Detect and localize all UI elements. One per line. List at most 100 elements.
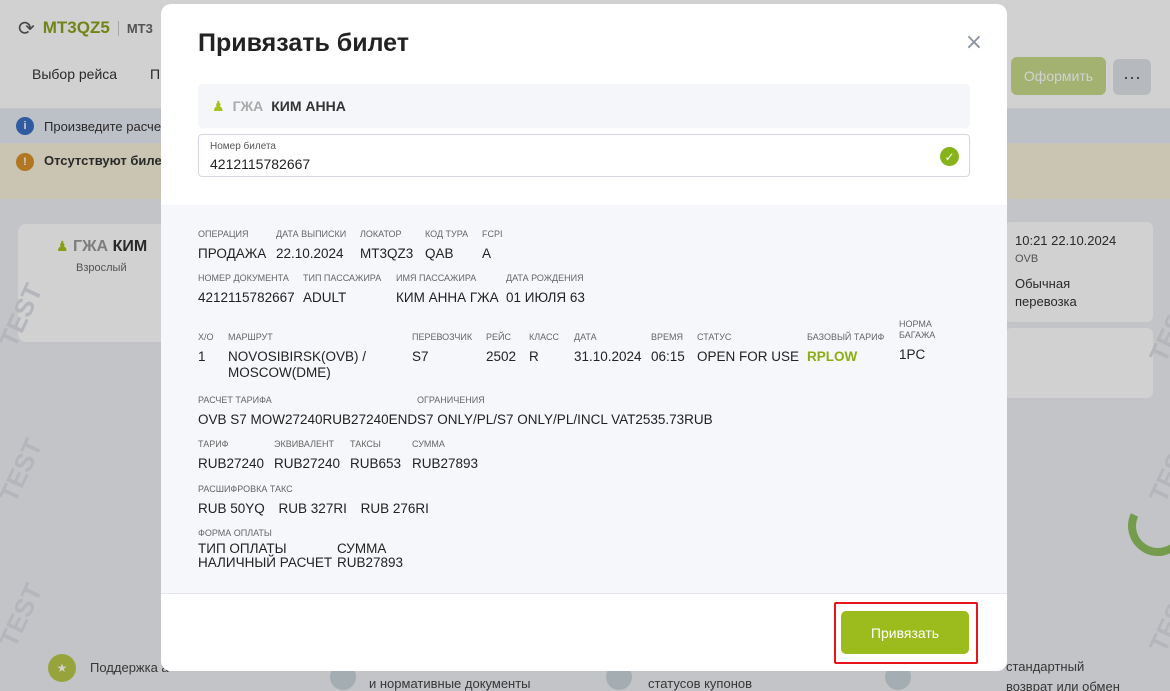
field-label: Маршрут — [228, 332, 273, 342]
field-class: Класс R — [529, 332, 559, 365]
field-equivalent: Эквивалент RUB27240 — [274, 439, 340, 472]
field-time: Время 06:15 — [651, 332, 685, 365]
field-label: Таксы — [350, 439, 381, 449]
ticket-number-label: Номер билета — [210, 141, 276, 152]
field-label: Дата выписки — [276, 229, 347, 239]
field-value: 2502 — [486, 349, 517, 364]
field-label: Рейс — [486, 332, 511, 342]
field-date: Дата 31.10.2024 — [574, 332, 642, 365]
ticket-details-panel: Операция ПРОДАЖА Дата выписки 22.10.2024… — [161, 205, 1007, 593]
field-value: 1 — [198, 349, 206, 364]
field-flight: Рейс 2502 — [486, 332, 516, 365]
field-value: S7 — [412, 349, 429, 364]
field-label: Локатор — [360, 229, 402, 239]
field-value: RUB653 — [350, 456, 402, 471]
close-icon[interactable]: × — [962, 30, 986, 55]
field-pax-name: Имя пассажира КИМ АННА ГЖА — [396, 273, 499, 306]
field-value: RPLOW — [807, 349, 858, 364]
field-fcpi: FCPI A — [482, 229, 503, 262]
field-operation: Операция ПРОДАЖА — [198, 229, 266, 262]
check-icon: ✓ — [940, 147, 959, 166]
field-label: Тип пассажира — [303, 273, 382, 283]
field-base-fare: Базовый тариф RPLOW — [807, 332, 884, 365]
field-value: 4212115782667 — [198, 290, 295, 305]
field-value: RUB27893 — [412, 456, 479, 471]
field-pax-type: Тип пассажира ADULT — [303, 273, 381, 306]
field-label: Расшифровка такс — [198, 484, 293, 494]
field-label: Код тура — [425, 229, 469, 239]
field-label: Эквивалент — [274, 439, 334, 449]
field-label: Х/О — [198, 332, 214, 342]
field-taxes: Таксы RUB653 — [350, 439, 401, 472]
field-label: Расчет тарифа — [198, 395, 272, 405]
attach-button-highlight — [834, 602, 978, 664]
field-value: OPEN FOR USE — [697, 349, 800, 364]
field-value: КИМ АННА ГЖА — [396, 290, 499, 305]
field-tour-code: Код тура QAB — [425, 229, 468, 262]
field-fare: Тариф RUB27240 — [198, 439, 264, 472]
modal-footer-divider — [161, 593, 1007, 594]
field-label: Время — [651, 332, 684, 342]
tax-item: RUB 276RI — [360, 501, 429, 516]
field-restrictions: Ограничения S7 ONLY/PL/S7 ONLY/PL/INCL V… — [417, 395, 713, 428]
field-label: Дата рождения — [506, 273, 584, 283]
field-issue-date: Дата выписки 22.10.2024 — [276, 229, 346, 262]
passenger-title: ГЖА — [232, 98, 264, 114]
field-birth-date: Дата рождения 01 ИЮЛЯ 63 — [506, 273, 585, 306]
field-carrier: Перевозчик S7 — [412, 332, 472, 365]
tax-item: RUB 50YQ — [198, 501, 265, 516]
field-label: Статус — [697, 332, 732, 342]
field-label: Имя пассажира — [396, 273, 477, 283]
field-locator: Локатор MT3QZ3 — [360, 229, 413, 262]
modal-title: Привязать билет — [198, 29, 409, 57]
field-label: Тариф — [198, 439, 229, 449]
field-label: Базовый тариф — [807, 332, 885, 342]
field-label: Форма оплаты — [198, 528, 272, 538]
field-label: Перевозчик — [412, 332, 473, 342]
field-label: Операция — [198, 229, 249, 239]
person-icon: ♟ — [212, 97, 225, 114]
field-value: MT3QZ3 — [360, 246, 414, 261]
field-value: 06:15 — [651, 349, 685, 364]
field-route: Маршрут NOVOSIBIRSK(OVB) / MOSCOW(DME) — [228, 332, 398, 381]
ticket-number-field[interactable]: Номер билета ✓ — [198, 134, 970, 177]
payment-sum-column: СУММА RUB27893 — [337, 542, 403, 570]
field-value: RUB27240 — [274, 456, 341, 471]
ticket-number-input[interactable] — [210, 156, 910, 172]
field-value: ADULT — [303, 290, 347, 305]
field-label: Сумма — [412, 439, 445, 449]
field-doc-number: Номер документа 4212115782667 — [198, 273, 295, 306]
payment-sum-header: СУММА — [337, 541, 387, 556]
field-baggage: Норма багажа 1PC — [899, 319, 949, 363]
field-value: S7 ONLY/PL/S7 ONLY/PL/INCL VAT2535.73RUB — [417, 412, 713, 427]
tax-item: RUB 327RI — [278, 501, 347, 516]
field-label: Ограничения — [417, 395, 485, 405]
field-value: 31.10.2024 — [574, 349, 642, 364]
passenger-name: КИМ АННА — [271, 98, 346, 114]
field-status: Статус OPEN FOR USE — [697, 332, 799, 365]
field-value: A — [482, 246, 492, 261]
field-xo: Х/О 1 — [198, 332, 214, 365]
payment-type-header: ТИП ОПЛАТЫ — [198, 541, 287, 556]
field-value: RUB27240 — [198, 456, 265, 471]
field-label: Норма багажа — [899, 319, 936, 340]
field-value: 01 ИЮЛЯ 63 — [506, 290, 585, 305]
field-value: RUB 50YQ RUB 327RI RUB 276RI — [198, 501, 429, 517]
field-value: 1PC — [899, 347, 926, 362]
field-value: ПРОДАЖА — [198, 246, 267, 261]
field-value: R — [529, 349, 539, 364]
field-payment: Форма оплаты — [198, 528, 272, 539]
field-total: Сумма RUB27893 — [412, 439, 478, 472]
field-label: Класс — [529, 332, 559, 342]
payment-type-value: НАЛИЧНЫЙ РАСЧЕТ — [198, 555, 333, 570]
payment-sum-value: RUB27893 — [337, 555, 404, 570]
attach-ticket-modal: Привязать билет × ♟ ГЖА КИМ АННА Номер б… — [161, 4, 1007, 671]
field-value: NOVOSIBIRSK(OVB) / MOSCOW(DME) — [228, 349, 367, 380]
field-value: 22.10.2024 — [276, 246, 344, 261]
field-value: OVB S7 MOW27240RUB27240END — [198, 412, 418, 427]
field-label: Дата — [574, 332, 597, 342]
field-tax-breakdown: Расшифровка такс RUB 50YQ RUB 327RI RUB … — [198, 484, 429, 517]
field-fare-calc: Расчет тарифа OVB S7 MOW27240RUB27240END — [198, 395, 417, 428]
passenger-bar: ♟ ГЖА КИМ АННА — [198, 84, 970, 128]
payment-type-column: ТИП ОПЛАТЫ НАЛИЧНЫЙ РАСЧЕТ — [198, 542, 332, 570]
